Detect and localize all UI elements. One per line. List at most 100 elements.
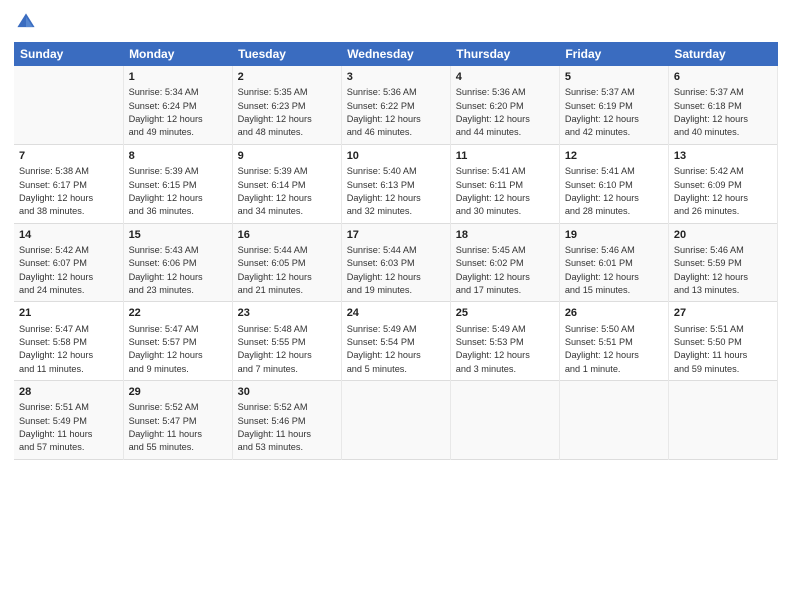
day-number: 17 [347,228,445,243]
calendar-cell: 30Sunrise: 5:52 AM Sunset: 5:46 PM Dayli… [232,381,341,460]
day-info: Sunrise: 5:36 AM Sunset: 6:20 PM Dayligh… [456,86,554,139]
day-info: Sunrise: 5:42 AM Sunset: 6:09 PM Dayligh… [674,165,772,218]
day-info: Sunrise: 5:44 AM Sunset: 6:03 PM Dayligh… [347,244,445,297]
day-number: 23 [238,306,336,321]
calendar-header: SundayMondayTuesdayWednesdayThursdayFrid… [14,42,778,66]
day-number: 26 [565,306,663,321]
day-number: 6 [674,70,772,85]
day-info: Sunrise: 5:36 AM Sunset: 6:22 PM Dayligh… [347,86,445,139]
day-number: 8 [129,149,227,164]
logo-icon [14,10,38,34]
day-number: 2 [238,70,336,85]
day-number: 13 [674,149,772,164]
day-info: Sunrise: 5:52 AM Sunset: 5:46 PM Dayligh… [238,401,336,454]
day-info: Sunrise: 5:38 AM Sunset: 6:17 PM Dayligh… [19,165,118,218]
day-number: 29 [129,385,227,400]
day-info: Sunrise: 5:46 AM Sunset: 5:59 PM Dayligh… [674,244,772,297]
day-number: 9 [238,149,336,164]
calendar-cell: 20Sunrise: 5:46 AM Sunset: 5:59 PM Dayli… [668,223,777,302]
day-number: 15 [129,228,227,243]
weekday-header-monday: Monday [123,42,232,66]
calendar-cell: 14Sunrise: 5:42 AM Sunset: 6:07 PM Dayli… [14,223,123,302]
day-number: 7 [19,149,118,164]
calendar-cell: 27 Sunrise: 5:51 AM Sunset: 5:50 PM Dayli… [668,302,777,381]
calendar-cell: 11Sunrise: 5:41 AM Sunset: 6:11 PM Dayli… [450,144,559,223]
calendar-cell [341,381,450,460]
calendar-cell: 2Sunrise: 5:35 AM Sunset: 6:23 PM Daylig… [232,66,341,144]
day-info: Sunrise: 5:49 AM Sunset: 5:54 PM Dayligh… [347,323,445,376]
calendar-cell: 25 Sunrise: 5:49 AM Sunset: 5:53 PM Dayli… [450,302,559,381]
calendar-cell: 9Sunrise: 5:39 AM Sunset: 6:14 PM Daylig… [232,144,341,223]
calendar-cell: 28Sunrise: 5:51 AM Sunset: 5:49 PM Dayli… [14,381,123,460]
calendar-cell: 3Sunrise: 5:36 AM Sunset: 6:22 PM Daylig… [341,66,450,144]
calendar-week-row: 1Sunrise: 5:34 AM Sunset: 6:24 PM Daylig… [14,66,778,144]
calendar-cell: 5Sunrise: 5:37 AM Sunset: 6:19 PM Daylig… [559,66,668,144]
calendar-cell: 18Sunrise: 5:45 AM Sunset: 6:02 PM Dayli… [450,223,559,302]
calendar-cell: 7Sunrise: 5:38 AM Sunset: 6:17 PM Daylig… [14,144,123,223]
day-info: Sunrise: 5:46 AM Sunset: 6:01 PM Dayligh… [565,244,663,297]
day-number: 3 [347,70,445,85]
weekday-header-saturday: Saturday [668,42,777,66]
day-info: Sunrise: 5:39 AM Sunset: 6:14 PM Dayligh… [238,165,336,218]
calendar-cell: 8Sunrise: 5:39 AM Sunset: 6:15 PM Daylig… [123,144,232,223]
calendar-week-row: 21 Sunrise: 5:47 AM Sunset: 5:58 PM Dayli… [14,302,778,381]
day-info: Sunrise: 5:40 AM Sunset: 6:13 PM Dayligh… [347,165,445,218]
day-number: 24 [347,306,445,321]
calendar-body: 1Sunrise: 5:34 AM Sunset: 6:24 PM Daylig… [14,66,778,459]
day-number: 27 [674,306,772,321]
day-info: Sunrise: 5:47 AM Sunset: 5:58 PM Dayligh… [19,323,118,376]
calendar-cell: 21 Sunrise: 5:47 AM Sunset: 5:58 PM Dayli… [14,302,123,381]
day-info: Sunrise: 5:52 AM Sunset: 5:47 PM Dayligh… [129,401,227,454]
day-info: Sunrise: 5:37 AM Sunset: 6:18 PM Dayligh… [674,86,772,139]
day-info: Sunrise: 5:35 AM Sunset: 6:23 PM Dayligh… [238,86,336,139]
day-info: Sunrise: 5:51 AM Sunset: 5:49 PM Dayligh… [19,401,118,454]
calendar-week-row: 14Sunrise: 5:42 AM Sunset: 6:07 PM Dayli… [14,223,778,302]
calendar-cell [559,381,668,460]
day-number: 28 [19,385,118,400]
calendar-cell: 19Sunrise: 5:46 AM Sunset: 6:01 PM Dayli… [559,223,668,302]
day-number: 22 [129,306,227,321]
day-info: Sunrise: 5:41 AM Sunset: 6:11 PM Dayligh… [456,165,554,218]
day-info: Sunrise: 5:42 AM Sunset: 6:07 PM Dayligh… [19,244,118,297]
calendar-cell: 15Sunrise: 5:43 AM Sunset: 6:06 PM Dayli… [123,223,232,302]
weekday-row: SundayMondayTuesdayWednesdayThursdayFrid… [14,42,778,66]
day-number: 4 [456,70,554,85]
weekday-header-thursday: Thursday [450,42,559,66]
day-info: Sunrise: 5:43 AM Sunset: 6:06 PM Dayligh… [129,244,227,297]
calendar-cell: 22 Sunrise: 5:47 AM Sunset: 5:57 PM Dayli… [123,302,232,381]
weekday-header-friday: Friday [559,42,668,66]
calendar-cell: 4Sunrise: 5:36 AM Sunset: 6:20 PM Daylig… [450,66,559,144]
day-info: Sunrise: 5:51 AM Sunset: 5:50 PM Dayligh… [674,323,772,376]
day-number: 12 [565,149,663,164]
header [14,10,778,34]
day-number: 25 [456,306,554,321]
calendar-week-row: 7Sunrise: 5:38 AM Sunset: 6:17 PM Daylig… [14,144,778,223]
calendar-cell: 24 Sunrise: 5:49 AM Sunset: 5:54 PM Dayli… [341,302,450,381]
calendar-cell: 29Sunrise: 5:52 AM Sunset: 5:47 PM Dayli… [123,381,232,460]
day-number: 19 [565,228,663,243]
calendar-cell: 12Sunrise: 5:41 AM Sunset: 6:10 PM Dayli… [559,144,668,223]
weekday-header-tuesday: Tuesday [232,42,341,66]
calendar-cell: 1Sunrise: 5:34 AM Sunset: 6:24 PM Daylig… [123,66,232,144]
day-info: Sunrise: 5:34 AM Sunset: 6:24 PM Dayligh… [129,86,227,139]
day-number: 1 [129,70,227,85]
calendar-cell: 23Sunrise: 5:48 AM Sunset: 5:55 PM Dayli… [232,302,341,381]
day-number: 16 [238,228,336,243]
day-number: 10 [347,149,445,164]
day-info: Sunrise: 5:44 AM Sunset: 6:05 PM Dayligh… [238,244,336,297]
calendar-cell: 16Sunrise: 5:44 AM Sunset: 6:05 PM Dayli… [232,223,341,302]
calendar-table: SundayMondayTuesdayWednesdayThursdayFrid… [14,42,778,460]
day-number: 11 [456,149,554,164]
calendar-cell: 26Sunrise: 5:50 AM Sunset: 5:51 PM Dayli… [559,302,668,381]
day-number: 14 [19,228,118,243]
calendar-cell: 10Sunrise: 5:40 AM Sunset: 6:13 PM Dayli… [341,144,450,223]
day-info: Sunrise: 5:47 AM Sunset: 5:57 PM Dayligh… [129,323,227,376]
page: SundayMondayTuesdayWednesdayThursdayFrid… [0,0,792,612]
day-info: Sunrise: 5:49 AM Sunset: 5:53 PM Dayligh… [456,323,554,376]
calendar-cell: 6Sunrise: 5:37 AM Sunset: 6:18 PM Daylig… [668,66,777,144]
day-info: Sunrise: 5:45 AM Sunset: 6:02 PM Dayligh… [456,244,554,297]
day-number: 18 [456,228,554,243]
day-number: 20 [674,228,772,243]
day-number: 21 [19,306,118,321]
calendar-cell [450,381,559,460]
